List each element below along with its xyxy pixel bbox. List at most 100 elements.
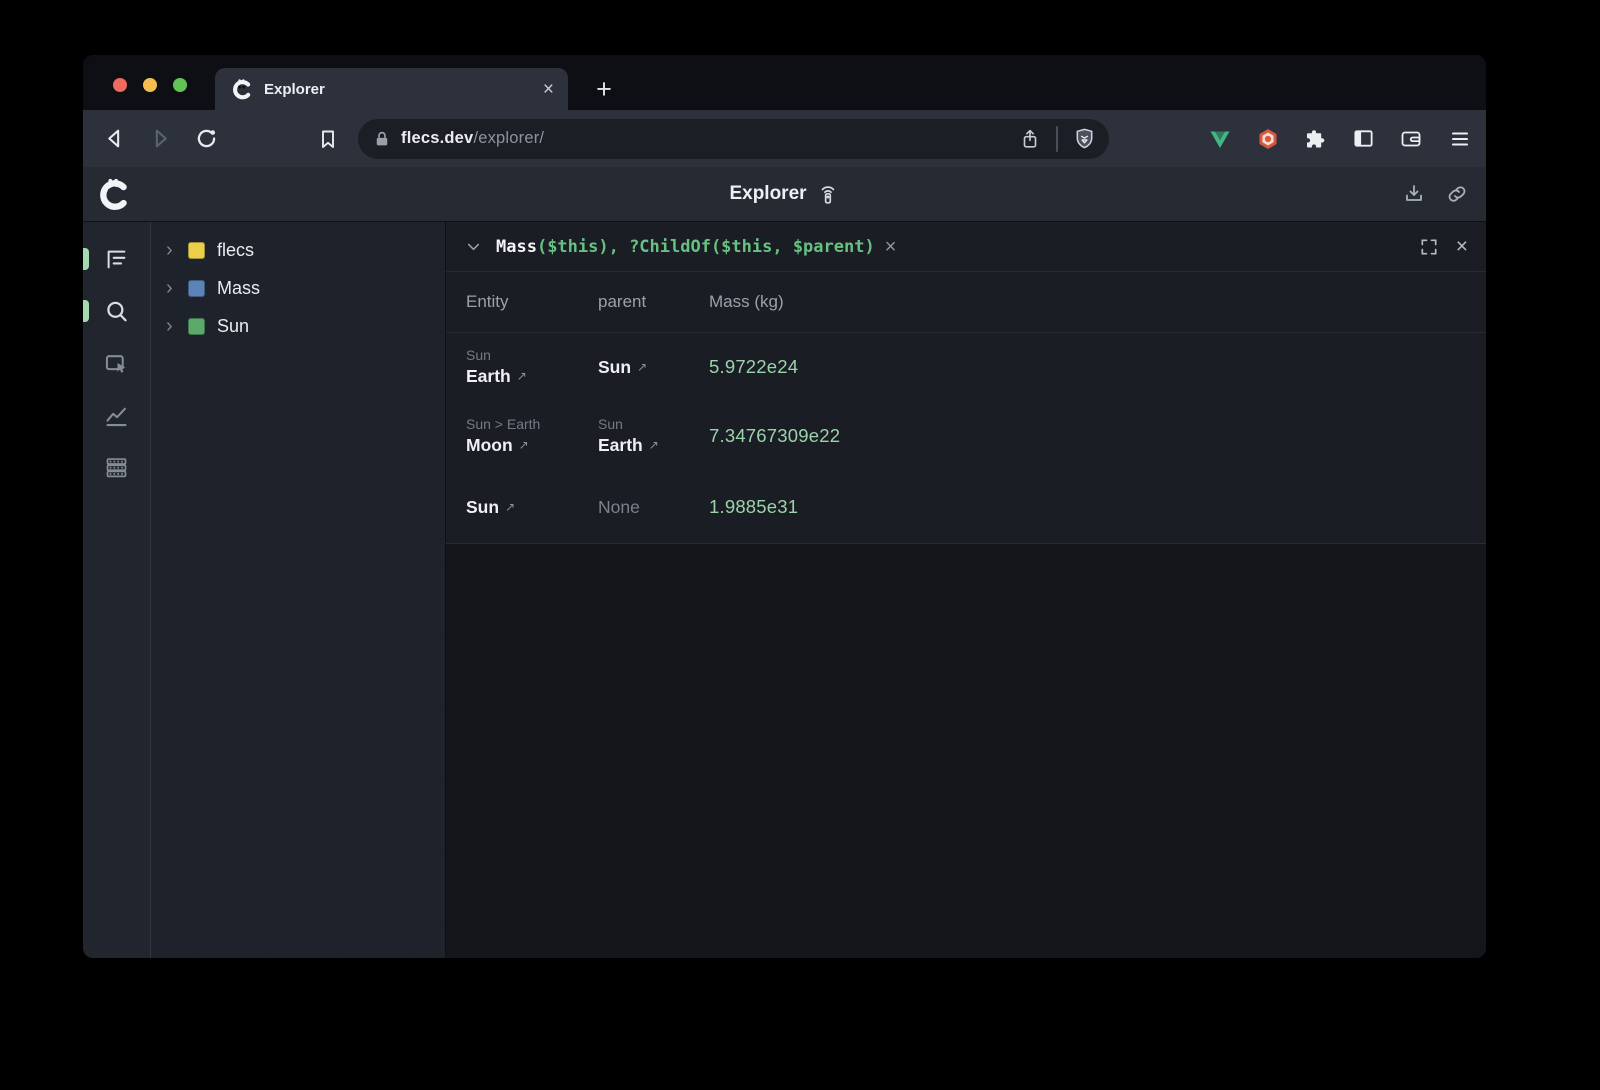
lock-icon: [373, 130, 391, 148]
tree-item-mass[interactable]: › Mass: [151, 269, 445, 307]
entity-cell: Sun↗: [466, 497, 598, 518]
query-expression[interactable]: Mass($this), ?ChildOf($this, $parent): [496, 237, 875, 257]
mass-value: 1.9885e31: [709, 496, 1486, 518]
link-arrow-icon: ↗: [517, 369, 527, 383]
browser-toolbar: flecs.dev/explorer/: [83, 110, 1486, 167]
link-arrow-icon: ↗: [505, 500, 515, 514]
back-icon[interactable]: [102, 126, 127, 151]
entity-path: Sun: [466, 347, 598, 364]
tree-item-label[interactable]: Sun: [217, 316, 249, 337]
entity-color-swatch: [188, 280, 205, 297]
link-arrow-icon: ↗: [649, 438, 659, 452]
table-row[interactable]: Sun Earth↗ Sun↗ 5.9722e24: [446, 333, 1486, 401]
download-icon[interactable]: [1402, 182, 1426, 206]
entity-color-swatch: [188, 318, 205, 335]
rail-inspector-button[interactable]: [83, 349, 150, 377]
query-header: Mass($this), ?ChildOf($this, $parent) × …: [446, 222, 1486, 272]
new-tab-button[interactable]: +: [588, 74, 620, 105]
column-parent: parent: [598, 292, 709, 312]
entity-cell: Sun > Earth Moon↗: [466, 416, 598, 457]
reload-icon[interactable]: [194, 126, 219, 151]
empty-results-area: [446, 544, 1486, 958]
rail-query-button[interactable]: [83, 297, 150, 325]
url-domain: flecs.dev: [401, 129, 473, 147]
flecs-logo-icon: [97, 177, 131, 211]
tab-strip: Explorer × +: [83, 55, 1486, 110]
link-icon[interactable]: [1445, 182, 1469, 206]
rail-stats-button[interactable]: [83, 401, 150, 429]
table-header-row: Entity parent Mass (kg): [446, 272, 1486, 333]
fullscreen-icon[interactable]: [1419, 237, 1439, 257]
entity-color-swatch: [188, 242, 205, 259]
expand-chevron-icon[interactable]: ›: [166, 240, 180, 260]
expand-chevron-icon[interactable]: ›: [166, 278, 180, 298]
remote-connection-icon[interactable]: [816, 182, 840, 206]
query-panel: Mass($this), ?ChildOf($this, $parent) × …: [445, 222, 1486, 958]
parent-cell: None: [598, 497, 709, 518]
entity-link[interactable]: Sun↗: [466, 497, 598, 518]
traffic-lights: [113, 78, 187, 92]
active-indicator: [83, 248, 89, 270]
link-arrow-icon: ↗: [519, 438, 529, 452]
active-indicator: [83, 300, 89, 322]
tab-explorer[interactable]: Explorer ×: [215, 68, 568, 110]
browser-window: Explorer × +: [83, 55, 1486, 958]
parent-path: Sun: [598, 416, 709, 433]
query-remove-icon[interactable]: ×: [885, 237, 897, 257]
tree-item-label[interactable]: flecs: [217, 240, 254, 261]
tree-item-label[interactable]: Mass: [217, 278, 260, 299]
url-path: /explorer/: [473, 129, 544, 147]
close-window-button[interactable]: [113, 78, 127, 92]
entity-cell: Sun Earth↗: [466, 347, 598, 388]
panel-close-icon[interactable]: ×: [1456, 236, 1468, 257]
share-icon[interactable]: [1019, 128, 1041, 150]
brave-shield-icon[interactable]: [1073, 127, 1096, 150]
entity-tree-panel: › flecs › Mass › Sun: [150, 222, 445, 958]
vue-devtools-icon[interactable]: [1208, 127, 1232, 151]
tab-close-icon[interactable]: ×: [543, 80, 554, 99]
sidebar-toggle-icon[interactable]: [1352, 127, 1375, 150]
extensions-puzzle-icon[interactable]: [1304, 127, 1328, 151]
zoom-window-button[interactable]: [173, 78, 187, 92]
entity-link[interactable]: Moon↗: [466, 435, 598, 456]
results-table: Entity parent Mass (kg) Sun Earth↗ Sun↗ …: [446, 272, 1486, 543]
app-body: › flecs › Mass › Sun: [83, 222, 1486, 958]
column-entity: Entity: [466, 292, 598, 312]
link-arrow-icon: ↗: [637, 360, 647, 374]
query-term: Mass: [496, 237, 537, 257]
query-args: ($this), ?ChildOf($this, $parent): [537, 237, 875, 257]
entity-path: Sun > Earth: [466, 416, 598, 433]
menu-icon[interactable]: [1447, 127, 1471, 151]
mass-value: 7.34767309e22: [709, 425, 1486, 447]
expand-chevron-icon[interactable]: ›: [166, 316, 180, 336]
bookmark-icon[interactable]: [316, 127, 340, 151]
rail-journal-button[interactable]: [83, 453, 150, 481]
flecs-favicon-icon: [231, 78, 253, 100]
mass-value: 5.9722e24: [709, 356, 1486, 378]
parent-link[interactable]: Sun↗: [598, 357, 709, 378]
parent-cell: Sun↗: [598, 357, 709, 378]
collapse-chevron-icon[interactable]: [464, 237, 483, 256]
parent-none: None: [598, 497, 709, 518]
explorer-header: Explorer: [83, 167, 1486, 222]
entity-link[interactable]: Earth↗: [466, 366, 598, 387]
tree-item-flecs[interactable]: › flecs: [151, 231, 445, 269]
url-bar[interactable]: flecs.dev/explorer/: [358, 119, 1109, 159]
query-result-card: Mass($this), ?ChildOf($this, $parent) × …: [446, 222, 1486, 544]
table-row[interactable]: Sun↗ None 1.9885e31: [446, 471, 1486, 543]
parent-cell: Sun Earth↗: [598, 416, 709, 457]
tree-item-sun[interactable]: › Sun: [151, 307, 445, 345]
parent-link[interactable]: Earth↗: [598, 435, 709, 456]
url-text: flecs.dev/explorer/: [401, 129, 544, 148]
table-row[interactable]: Sun > Earth Moon↗ Sun Earth↗ 7.34767309e…: [446, 401, 1486, 471]
wallet-icon[interactable]: [1399, 127, 1423, 151]
rail-tree-button[interactable]: [83, 245, 150, 273]
urlbar-divider: [1056, 126, 1058, 152]
column-mass: Mass (kg): [709, 292, 1486, 312]
tab-title: Explorer: [264, 81, 543, 98]
page-title: Explorer: [729, 183, 806, 205]
hexagon-extension-icon[interactable]: [1256, 127, 1280, 151]
forward-icon[interactable]: [148, 126, 173, 151]
icon-rail: [83, 222, 150, 958]
minimize-window-button[interactable]: [143, 78, 157, 92]
